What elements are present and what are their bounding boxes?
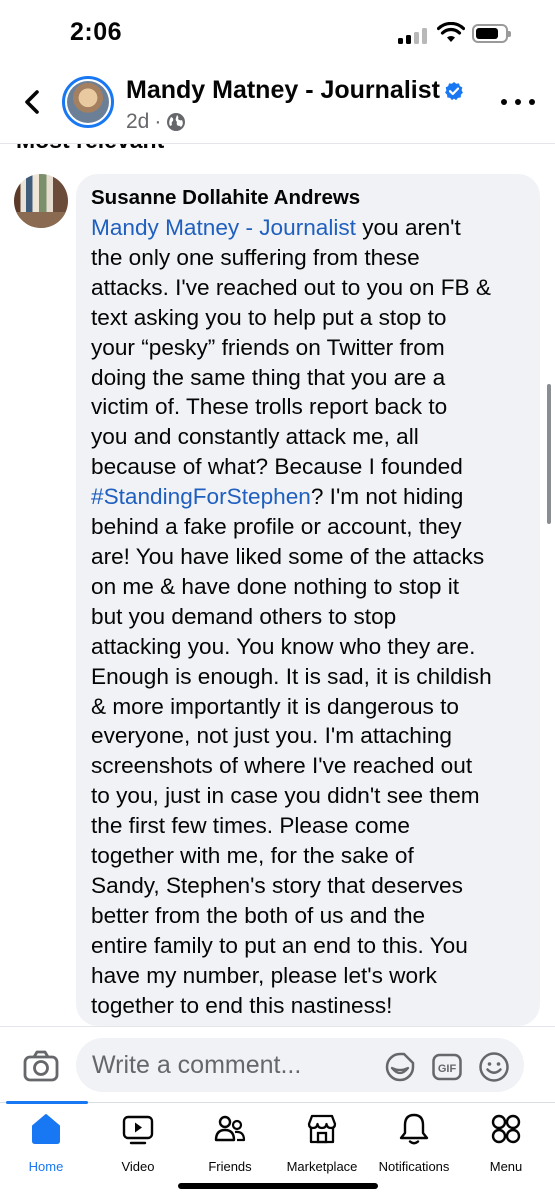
tab-friends[interactable]: Friends (184, 1111, 276, 1177)
gif-button[interactable]: GIF (431, 1051, 463, 1088)
marketplace-icon (304, 1111, 340, 1147)
cellular-signal-icon (398, 28, 428, 44)
post-meta: 2d · (126, 110, 186, 134)
camera-icon (23, 1050, 59, 1082)
tab-menu[interactable]: Menu (460, 1111, 552, 1177)
more-options-button[interactable] (501, 92, 535, 112)
post-age: 2d (126, 110, 150, 133)
meta-separator: · (154, 110, 162, 133)
status-time: 2:06 (70, 18, 123, 46)
menu-grid-icon (488, 1111, 524, 1147)
active-tab-indicator (6, 1101, 88, 1104)
tab-notifications[interactable]: Notifications (368, 1111, 460, 1177)
comment-bubble: Susanne Dollahite Andrews Mandy Matney -… (76, 174, 540, 1026)
comment-text-part-2: ? I'm not hiding behind a fake profile o… (91, 484, 492, 1018)
comment-author[interactable]: Susanne Dollahite Andrews (91, 184, 526, 211)
page-avatar[interactable] (62, 76, 114, 128)
comment-hashtag-link[interactable]: #StandingForStephen (91, 484, 311, 509)
comment-mention-link[interactable]: Mandy Matney - Journalist (91, 215, 356, 240)
emoji-icon (479, 1052, 509, 1082)
tab-video[interactable]: Video (92, 1111, 184, 1177)
page-name-label: Mandy Matney - Journalist (126, 76, 440, 104)
back-button[interactable] (14, 84, 50, 120)
tab-home[interactable]: Home (0, 1111, 92, 1177)
tab-friends-label: Friends (208, 1159, 252, 1174)
battery-icon (472, 24, 511, 43)
chevron-left-icon (25, 90, 39, 114)
comments-area: Most relevant Susanne Dollahite Andrews … (0, 144, 555, 1026)
video-icon (120, 1111, 156, 1147)
home-indicator[interactable] (178, 1183, 378, 1189)
comment-filter-heading[interactable]: Most relevant (16, 144, 164, 154)
comment-text: Mandy Matney - Journalist you aren't the… (91, 213, 526, 1020)
tab-home-label: Home (28, 1159, 64, 1174)
bell-icon (396, 1111, 432, 1147)
camera-button[interactable] (22, 1048, 60, 1084)
page-name[interactable]: Mandy Matney - Journalist (126, 76, 464, 105)
verified-badge-icon (445, 82, 463, 101)
globe-icon (167, 113, 186, 131)
tab-video-label: Video (121, 1159, 155, 1174)
friends-icon (212, 1111, 248, 1147)
tab-notifications-label: Notifications (378, 1159, 450, 1174)
wifi-icon (437, 22, 465, 42)
tab-marketplace[interactable]: Marketplace (276, 1111, 368, 1177)
post-header: Mandy Matney - Journalist 2d · (0, 62, 555, 144)
tab-menu-label: Menu (489, 1159, 523, 1174)
home-icon (28, 1111, 64, 1147)
sticker-button[interactable] (384, 1051, 416, 1088)
commenter-avatar[interactable] (14, 174, 68, 228)
comment-text-part-1: you aren't the only one suffering from t… (91, 215, 491, 480)
emoji-button[interactable] (478, 1051, 510, 1088)
sticker-icon (385, 1052, 415, 1082)
status-bar: 2:06 (0, 0, 555, 62)
gif-icon: GIF (432, 1053, 462, 1081)
scrollbar[interactable] (547, 384, 551, 524)
comment-composer: GIF (0, 1026, 555, 1102)
tab-marketplace-label: Marketplace (286, 1159, 358, 1174)
gif-label: GIF (438, 1063, 457, 1075)
